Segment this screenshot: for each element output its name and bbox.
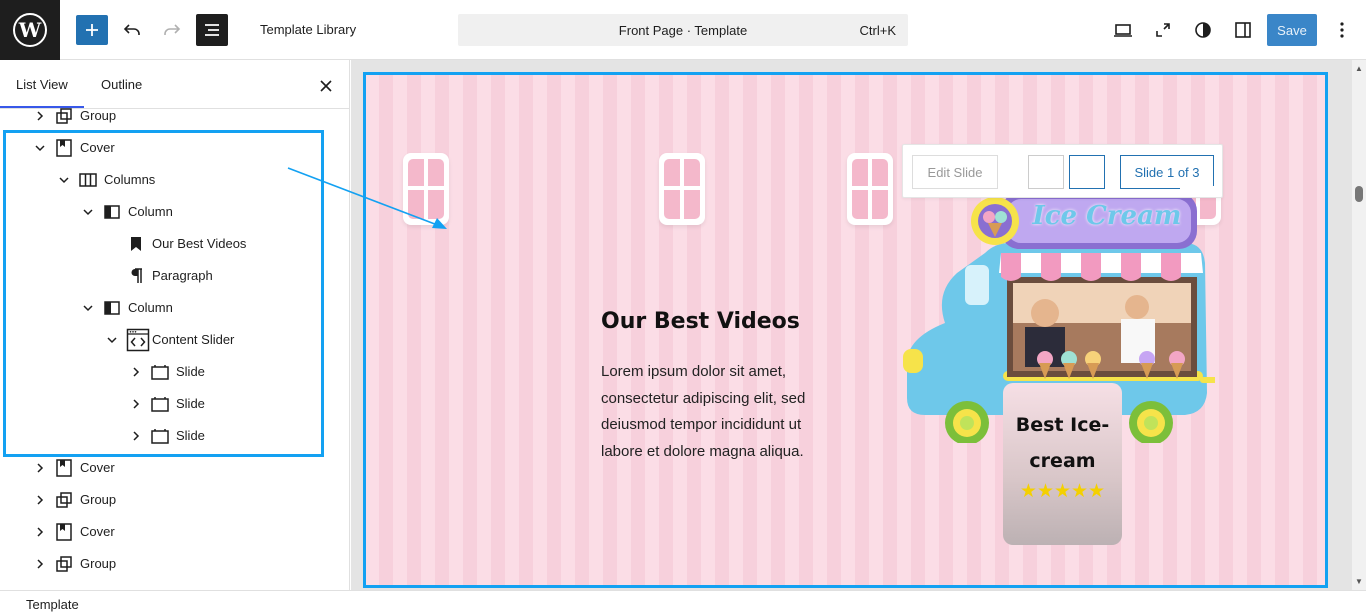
chevron-right-icon[interactable] (34, 110, 46, 122)
scroll-up-arrow-icon[interactable]: ▲ (1355, 64, 1363, 73)
list-item-group[interactable]: Group (0, 548, 349, 580)
scrollbar-thumb[interactable] (1355, 186, 1363, 202)
edit-slide-button[interactable]: Edit Slide (912, 155, 998, 189)
section-paragraph[interactable]: Lorem ipsum dolor sit amet, consectetur … (601, 359, 831, 465)
slider-toolbar: Edit Slide Slide 1 of 3 (902, 144, 1223, 198)
list-item-label: Cover (80, 460, 115, 475)
device-preview-button[interactable] (1107, 15, 1139, 45)
selected-block-highlight (3, 130, 324, 457)
rating-stars: ★★★★★ (1019, 481, 1106, 502)
chevron-right-icon[interactable] (34, 494, 46, 506)
cover-icon (54, 522, 74, 542)
more-vertical-icon (1340, 22, 1344, 38)
command-palette-button[interactable]: Front Page · Template Ctrl+K (458, 14, 908, 46)
editor-header: W Template Library Front Page · Template… (0, 0, 1366, 60)
list-item-label: Group (80, 108, 117, 123)
ice-cream-logo-text: Ice Cream (1032, 201, 1182, 231)
window-decoration (659, 153, 705, 225)
slide-card[interactable]: Best Ice- cream ★★★★★ (1003, 383, 1122, 545)
list-item-label: Group (80, 556, 117, 571)
card-title-line2: cream (1029, 450, 1096, 472)
list-item-group[interactable]: Group (0, 484, 349, 516)
add-block-button[interactable] (76, 15, 108, 45)
undo-button[interactable] (116, 15, 148, 45)
group-icon (54, 106, 74, 126)
laptop-icon (1114, 24, 1132, 37)
close-icon (320, 80, 332, 92)
svg-text:W: W (18, 18, 42, 42)
redo-button[interactable] (156, 15, 188, 45)
list-item-group[interactable]: Group (0, 100, 349, 132)
document-title: Front Page · Template (618, 23, 748, 38)
editor-canvas: Our Best Videos Lorem ipsum dolor sit am… (351, 60, 1352, 590)
chevron-right-icon[interactable] (34, 462, 46, 474)
list-view-icon (205, 24, 219, 36)
annotation-arrow (287, 167, 447, 229)
document-overview-button[interactable] (196, 14, 228, 46)
chevron-right-icon[interactable] (34, 526, 46, 538)
settings-sidebar-button[interactable] (1227, 15, 1259, 45)
group-icon (54, 490, 74, 510)
sidebar-icon (1235, 22, 1251, 38)
template-library-link[interactable]: Template Library (260, 22, 356, 37)
slide-counter[interactable]: Slide 1 of 3 (1120, 155, 1214, 189)
tab-outline[interactable]: Outline (101, 77, 142, 92)
list-item-cover[interactable]: Cover (0, 516, 349, 548)
contrast-icon (1195, 22, 1211, 38)
expand-icon (1156, 23, 1170, 37)
redo-icon (164, 24, 181, 35)
block-breadcrumb-bar: Template (0, 590, 1366, 615)
close-panel-button[interactable] (314, 74, 338, 98)
undo-icon (123, 24, 140, 35)
fullscreen-button[interactable] (1147, 15, 1179, 45)
canvas-scrollbar[interactable]: ▲ ▼ (1352, 60, 1366, 590)
list-item-label: Cover (80, 524, 115, 539)
scroll-down-arrow-icon[interactable]: ▼ (1355, 577, 1363, 586)
save-button[interactable]: Save (1267, 14, 1317, 46)
breadcrumb-template[interactable]: Template (26, 597, 79, 612)
chevron-right-icon[interactable] (34, 558, 46, 570)
card-title: Best Ice- cream (1003, 407, 1122, 479)
shortcut-hint: Ctrl+K (859, 23, 896, 38)
plus-icon (86, 24, 98, 36)
cover-icon (54, 458, 74, 478)
group-icon (54, 554, 74, 574)
card-title-line1: Best Ice- (1015, 414, 1110, 436)
wordpress-logo-icon[interactable]: W (0, 0, 60, 60)
next-slide-button[interactable] (1069, 155, 1105, 189)
tab-list-view[interactable]: List View (16, 77, 68, 92)
list-item-label: Group (80, 492, 117, 507)
options-button[interactable] (1326, 15, 1358, 45)
cover-block[interactable]: Our Best Videos Lorem ipsum dolor sit am… (365, 73, 1326, 585)
styles-button[interactable] (1187, 15, 1219, 45)
previous-slide-button[interactable] (1028, 155, 1064, 189)
list-view-panel: List View Outline Group Cover Columns Colum… (0, 60, 350, 590)
section-heading[interactable]: Our Best Videos (601, 309, 800, 334)
